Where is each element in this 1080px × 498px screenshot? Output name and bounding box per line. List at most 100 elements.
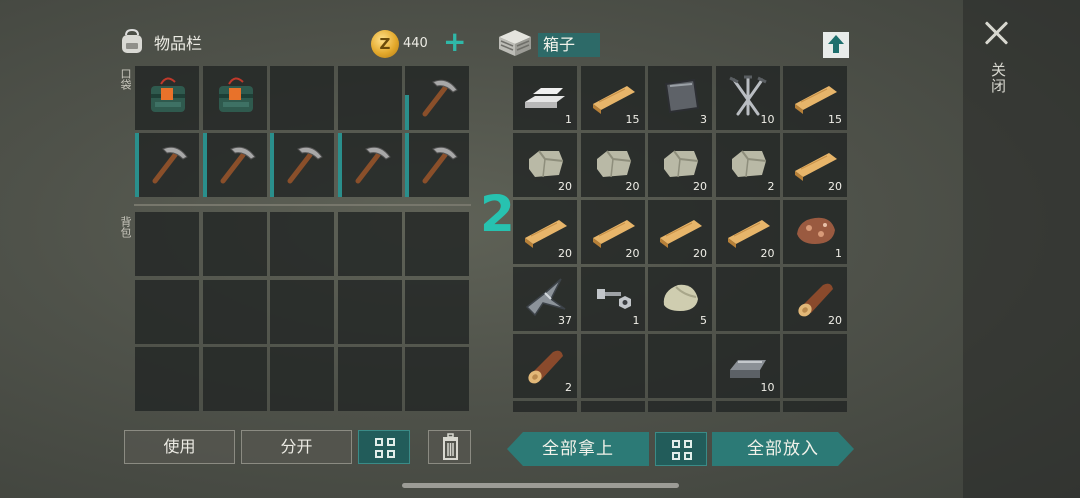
close-label[interactable]: 关闭 [988, 62, 1007, 94]
chest-slot[interactable] [648, 334, 712, 398]
item-quantity: 1 [565, 113, 572, 126]
item-quantity: 10 [760, 113, 775, 126]
pocket-label: 口袋 [119, 68, 132, 90]
right-sidebar [963, 0, 1080, 498]
coin-icon: Z [371, 30, 399, 58]
use-button[interactable]: 使用 [124, 430, 235, 464]
chest-slot[interactable]: 10 [715, 334, 780, 398]
item-quantity: 1 [835, 247, 842, 260]
chest-slot[interactable] [580, 401, 645, 412]
pickaxe-icon [422, 146, 458, 184]
chest-slot[interactable] [580, 334, 645, 398]
chest-slot[interactable]: 20 [648, 200, 712, 264]
durability-bar [337, 133, 342, 197]
item-quantity: 15 [828, 113, 842, 126]
pocket-slot[interactable] [405, 66, 469, 130]
backpack-slot[interactable] [270, 279, 334, 344]
chest-slot[interactable]: 20 [648, 133, 712, 197]
chest-slot[interactable]: 10 [715, 66, 780, 130]
durability-bar [135, 133, 139, 197]
pocket-slot[interactable] [337, 133, 402, 197]
chest-slot[interactable]: 20 [580, 200, 645, 264]
chest-slot[interactable] [783, 334, 847, 398]
chest-slot[interactable]: 20 [580, 133, 645, 197]
backpack-slot[interactable] [337, 347, 402, 411]
chest-slot[interactable]: 20 [513, 200, 577, 264]
split-button[interactable]: 分开 [241, 430, 352, 464]
item-quantity: 2 [767, 180, 775, 193]
add-currency-button[interactable]: + [443, 28, 466, 56]
inventory-title: 物品栏 [154, 34, 203, 53]
item-quantity: 10 [760, 381, 775, 394]
chest-slot[interactable]: 20 [783, 133, 847, 197]
upgrade-arrow-icon[interactable] [823, 32, 849, 58]
pocket-slot[interactable] [270, 66, 334, 130]
currency-amount: 440 [403, 36, 428, 51]
backpack-slot[interactable] [202, 279, 267, 344]
pocket-slot[interactable] [202, 66, 267, 130]
pocket-slot[interactable] [337, 66, 402, 130]
chest-slot[interactable]: 15 [580, 66, 645, 130]
item-quantity: 2 [565, 381, 572, 394]
chest-slot[interactable]: 1 [580, 267, 645, 331]
backpack-icon [122, 29, 142, 53]
backpack-slot[interactable] [405, 212, 469, 276]
item-quantity: 20 [693, 247, 707, 260]
chest-slot[interactable] [715, 401, 780, 412]
inventory-header: 物品栏 [118, 29, 202, 55]
backpack-slot[interactable] [202, 347, 267, 411]
pocket-slot[interactable] [405, 133, 469, 197]
chest-slot[interactable] [783, 401, 847, 412]
chest-slot[interactable]: 15 [783, 66, 847, 130]
durability-bar [270, 133, 274, 197]
chest-slot[interactable]: 1 [783, 200, 847, 264]
backpack-slot[interactable] [135, 279, 199, 344]
backpack-slot[interactable] [135, 347, 199, 411]
backpack-slot[interactable] [202, 212, 267, 276]
chest-slot[interactable]: 1 [513, 66, 577, 130]
grid-icon [375, 438, 395, 458]
item-quantity: 20 [625, 247, 640, 260]
chest-icon [499, 30, 531, 56]
item-quantity: 37 [558, 314, 572, 327]
chest-slot[interactable]: 20 [783, 267, 847, 331]
item-quantity: 20 [693, 180, 707, 193]
home-indicator [402, 483, 679, 488]
put-all-button[interactable]: 全部放入 [712, 432, 854, 466]
chest-slot[interactable] [513, 401, 577, 412]
chest-slot[interactable]: 2 [715, 133, 780, 197]
chest-title: 箱子 [538, 33, 600, 57]
backpack-slot[interactable] [270, 212, 334, 276]
chest-slot[interactable] [648, 401, 712, 412]
chest-slot[interactable] [715, 267, 780, 331]
chest-slot[interactable]: 37 [513, 267, 577, 331]
durability-bar [202, 133, 207, 197]
trash-button[interactable] [428, 430, 471, 464]
backpack-slot[interactable] [405, 347, 469, 411]
log-icon [528, 350, 563, 384]
pocket-slot[interactable] [270, 133, 334, 197]
copper-ore-icon [797, 217, 835, 244]
close-icon[interactable] [984, 20, 1010, 46]
pickaxe-icon [287, 146, 323, 184]
chest-slot[interactable]: 3 [648, 66, 712, 130]
grid-icon [672, 440, 692, 460]
chest-slot[interactable]: 20 [513, 133, 577, 197]
take-all-button[interactable]: 全部拿上 [507, 432, 649, 466]
item-quantity: 20 [558, 247, 572, 260]
backpack-slot[interactable] [337, 212, 402, 276]
backpack-slot[interactable] [405, 279, 469, 344]
backpack-slot[interactable] [337, 279, 402, 344]
chest-slot[interactable]: 2 [513, 334, 577, 398]
chest-slot[interactable]: 5 [648, 267, 712, 331]
explosive-pack-icon [151, 77, 185, 112]
backpack-slot[interactable] [135, 212, 199, 276]
sort-chest-button[interactable] [655, 432, 707, 466]
pocket-slot[interactable] [135, 66, 199, 130]
pocket-slot[interactable] [135, 133, 199, 197]
backpack-slot[interactable] [270, 347, 334, 411]
sort-inventory-button[interactable] [358, 430, 410, 464]
backpack-label: 背包 [119, 216, 132, 238]
chest-slot[interactable]: 20 [715, 200, 780, 264]
pocket-slot[interactable] [202, 133, 267, 197]
